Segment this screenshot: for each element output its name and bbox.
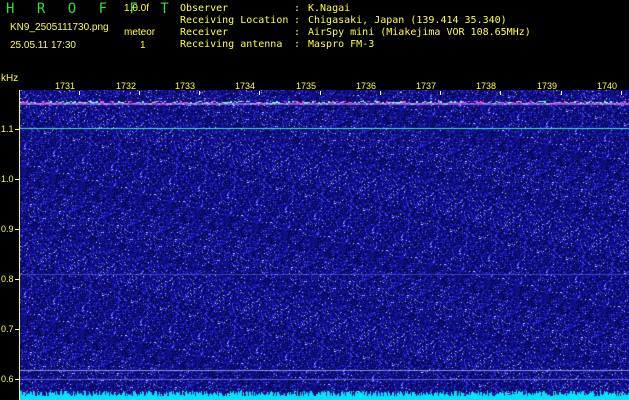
info-key: Observer (180, 3, 229, 14)
time-mark (621, 91, 622, 95)
header-panel: H R O F F T 1.0.0f KN9_2505111730.png me… (0, 0, 629, 75)
info-colon: : (294, 39, 301, 50)
time-mark (561, 91, 562, 95)
timestamp: 25.05.11 17:30 (10, 40, 76, 51)
y-tick-label-0-7: 0.7 (1, 324, 14, 334)
y-tick-label-0-9: 0.9 (1, 224, 14, 234)
y-tick-label-1-0: 1.0 (1, 174, 14, 184)
y-tick (15, 229, 20, 230)
info-value: K.Nagai (308, 3, 351, 14)
y-tick (15, 129, 20, 130)
time-mark (139, 91, 140, 95)
meteor-count: 1 (140, 40, 146, 51)
y-tick-label-1-1: 1.1 (1, 124, 14, 134)
y-axis-line (19, 90, 20, 400)
info-value: AirSpy mini (Miakejima VOR 108.65MHz) (308, 27, 531, 38)
info-key: Receiving antenna (180, 39, 283, 50)
y-tick (15, 379, 20, 380)
info-value: Chigasaki, Japan (139.414 35.340) (308, 15, 507, 26)
time-mark (79, 91, 80, 95)
meteor-label: meteor (124, 27, 156, 38)
y-tick (15, 279, 20, 280)
info-row-location: Receiving Location: Chigasaki, Japan (139… (180, 15, 507, 26)
app-logo: H R O F F T (6, 1, 176, 17)
time-mark (259, 91, 260, 95)
y-tick-label-0-8: 0.8 (1, 274, 14, 284)
time-mark (500, 91, 501, 95)
y-tick-label-0-6: 0.6 (1, 374, 14, 384)
spectrogram-plot (20, 90, 629, 400)
y-tick (15, 179, 20, 180)
info-colon: : (294, 15, 301, 26)
info-colon: : (294, 3, 301, 14)
version-label: 1.0.0f (124, 3, 150, 14)
time-mark (199, 91, 200, 95)
time-mark (380, 91, 381, 95)
info-key: Receiver (180, 27, 229, 38)
info-colon: : (294, 27, 301, 38)
info-key: Receiving Location (180, 15, 289, 26)
info-value: Maspro FM-3 (308, 39, 375, 50)
info-row-observer: Observer: K.Nagai (180, 3, 350, 14)
info-row-antenna: Receiving antenna: Maspro FM-3 (180, 39, 374, 50)
time-mark (320, 91, 321, 95)
y-tick (15, 329, 20, 330)
info-row-receiver: Receiver: AirSpy mini (Miakejima VOR 108.… (180, 27, 531, 38)
y-axis-unit: kHz (1, 73, 19, 84)
file-name: KN9_2505111730.png (10, 22, 109, 33)
time-mark (440, 91, 441, 95)
spectrogram-canvas (20, 90, 629, 400)
